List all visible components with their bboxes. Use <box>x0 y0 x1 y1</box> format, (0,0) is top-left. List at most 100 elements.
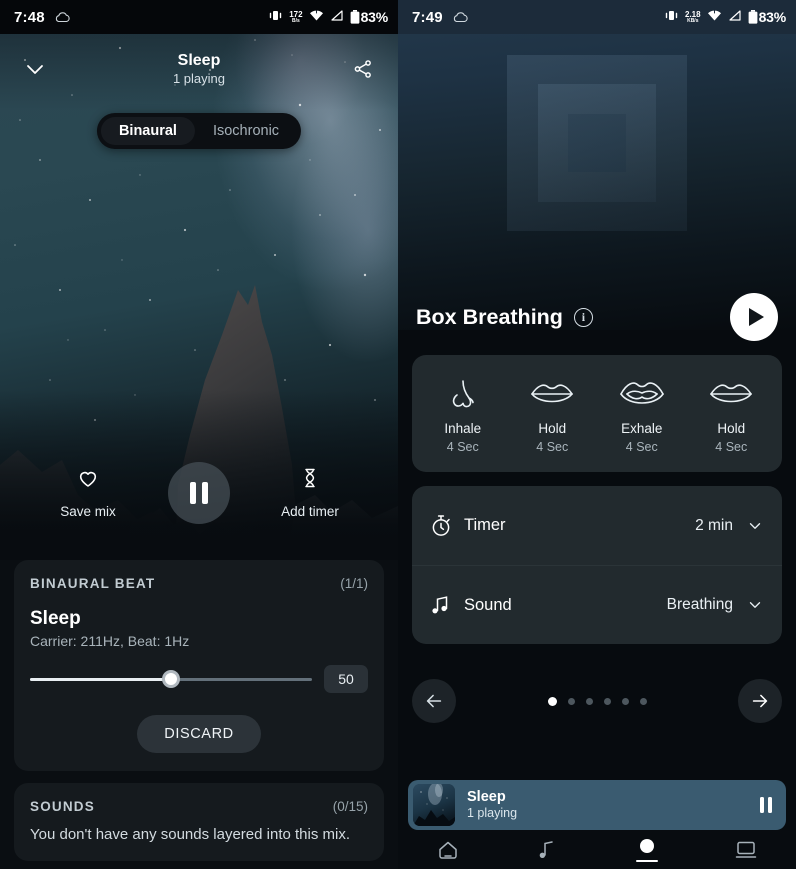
status-icons-left: 172 B/s 83% <box>268 9 388 26</box>
binaural-card-header: BINAURAL BEAT (1/1) <box>30 576 368 591</box>
chevron-down-icon[interactable] <box>18 52 52 86</box>
breathing-settings-body: Inhale 4 Sec Hold 4 Sec Exhale 4 Sec Hol… <box>398 355 796 644</box>
phase-exhale[interactable]: Exhale 4 Sec <box>597 375 687 454</box>
mix-top-bar: Sleep 1 playing <box>0 34 398 104</box>
pager-dot[interactable] <box>585 697 593 705</box>
add-timer-label: Add timer <box>281 504 339 519</box>
network-speed-indicator: 172 B/s <box>289 9 303 24</box>
signal-icon <box>330 9 344 26</box>
album-art-thumbnail <box>413 784 455 826</box>
phases-row: Inhale 4 Sec Hold 4 Sec Exhale 4 Sec Hol… <box>412 355 782 472</box>
phase-inhale[interactable]: Inhale 4 Sec <box>418 375 508 454</box>
phase-duration: 4 Sec <box>715 440 748 454</box>
segment-binaural[interactable]: Binaural <box>100 117 195 145</box>
vibrate-icon <box>268 9 283 26</box>
previous-exercise-button[interactable] <box>412 679 456 723</box>
discard-button[interactable]: DISCARD <box>137 715 261 753</box>
album-art <box>413 784 455 826</box>
slider-fill <box>30 677 171 681</box>
mix-playing-count: 1 playing <box>172 71 226 87</box>
mini-player-pause-button[interactable] <box>760 797 772 813</box>
nav-item-breathe[interactable] <box>597 837 697 863</box>
share-icon[interactable] <box>346 52 380 86</box>
play-icon <box>748 308 764 326</box>
breathe-icon <box>639 838 654 853</box>
phase-duration: 4 Sec <box>625 440 658 454</box>
binaural-card-count: (1/1) <box>340 576 368 591</box>
nav-item-music[interactable] <box>498 839 598 861</box>
setting-row-timer[interactable]: Timer 2 min <box>412 486 782 565</box>
battery-status: 83% <box>350 9 388 25</box>
next-exercise-button[interactable] <box>738 679 782 723</box>
wifi-icon <box>707 9 722 26</box>
lips-open-icon <box>618 375 666 415</box>
beat-type-segmented-control[interactable]: Binaural Isochronic <box>96 113 302 149</box>
binaural-volume-row: 50 <box>30 665 368 693</box>
chevron-down-icon[interactable] <box>746 517 764 535</box>
sounds-card-title: SOUNDS <box>30 799 95 814</box>
phase-name: Hold <box>538 421 567 436</box>
setting-row-sound[interactable]: Sound Breathing <box>412 565 782 644</box>
slider-thumb[interactable] <box>162 670 180 688</box>
save-mix-label: Save mix <box>60 504 116 519</box>
nested-square-inner <box>568 114 626 172</box>
sounds-card-header: SOUNDS (0/15) <box>30 799 368 814</box>
phase-duration: 4 Sec <box>446 440 479 454</box>
page-title: Sleep <box>177 51 221 69</box>
nav-item-library[interactable] <box>697 839 796 861</box>
info-icon[interactable]: i <box>573 307 593 327</box>
sounds-empty-text: You don't have any sounds layered into t… <box>30 826 351 843</box>
home-icon <box>439 841 457 859</box>
mix-title-block: Sleep 1 playing <box>52 52 346 86</box>
binaural-beat-meta: Carrier: 211Hz, Beat: 1Hz <box>30 633 190 649</box>
arrow-left-icon <box>426 694 442 708</box>
mini-player[interactable]: Sleep 1 playing <box>408 780 786 830</box>
volume-slider[interactable] <box>30 670 312 688</box>
right-screen-breathing: 7:49 2.18 KB/s 83% Box Breathing i Inhal… <box>398 0 796 869</box>
phase-name: Inhale <box>444 421 482 436</box>
pager-dot[interactable] <box>603 697 611 705</box>
pause-icon <box>190 482 208 504</box>
setting-label: Timer <box>464 516 506 534</box>
pager-dots <box>456 696 738 706</box>
music-note-icon <box>430 594 456 616</box>
cloud-icon <box>452 10 469 24</box>
breathing-phases-card: Inhale 4 Sec Hold 4 Sec Exhale 4 Sec Hol… <box>412 355 782 472</box>
music-icon <box>539 840 553 858</box>
pager-dot[interactable] <box>639 697 647 705</box>
phase-name: Hold <box>717 421 746 436</box>
start-exercise-button[interactable] <box>730 293 778 341</box>
exercise-title: Box Breathing <box>416 304 563 329</box>
signal-icon <box>728 9 742 26</box>
heart-icon <box>76 466 100 495</box>
binaural-beat-name: Sleep <box>30 608 81 629</box>
vibrate-icon <box>664 9 679 26</box>
pager-dot[interactable] <box>621 697 629 705</box>
pause-button[interactable] <box>168 462 230 524</box>
chevron-down-icon[interactable] <box>746 596 764 614</box>
phase-hold-2[interactable]: Hold 4 Sec <box>687 375 777 454</box>
phase-duration: 4 Sec <box>536 440 569 454</box>
volume-value: 50 <box>324 665 368 693</box>
stopwatch-icon <box>430 514 456 537</box>
arrow-right-icon <box>752 694 768 708</box>
binaural-beat-card: BINAURAL BEAT (1/1) Sleep Carrier: 211Hz… <box>14 560 384 771</box>
setting-label: Sound <box>464 595 512 614</box>
pager-dot[interactable] <box>547 696 557 706</box>
library-icon <box>736 841 757 858</box>
status-time: 7:49 <box>412 8 443 26</box>
nav-active-indicator <box>635 859 658 863</box>
dual-screenshot: 7:48 172 B/s 83% Sleep 1 playing Binaura… <box>0 0 796 869</box>
phase-hold-1[interactable]: Hold 4 Sec <box>508 375 598 454</box>
pager-dot[interactable] <box>567 697 575 705</box>
segment-isochronic[interactable]: Isochronic <box>195 117 297 145</box>
status-icons-right: 2.18 KB/s 83% <box>664 9 786 26</box>
add-timer-button[interactable]: Add timer <box>264 466 356 519</box>
status-bar-left: 7:48 172 B/s 83% <box>0 0 398 34</box>
hourglass-icon <box>298 466 322 495</box>
mini-player-text: Sleep 1 playing <box>467 789 517 821</box>
mix-detail-list: BINAURAL BEAT (1/1) Sleep Carrier: 211Hz… <box>0 560 398 869</box>
nav-item-home[interactable] <box>398 839 498 861</box>
save-mix-button[interactable]: Save mix <box>42 466 134 519</box>
sounds-card-count: (0/15) <box>332 799 368 814</box>
